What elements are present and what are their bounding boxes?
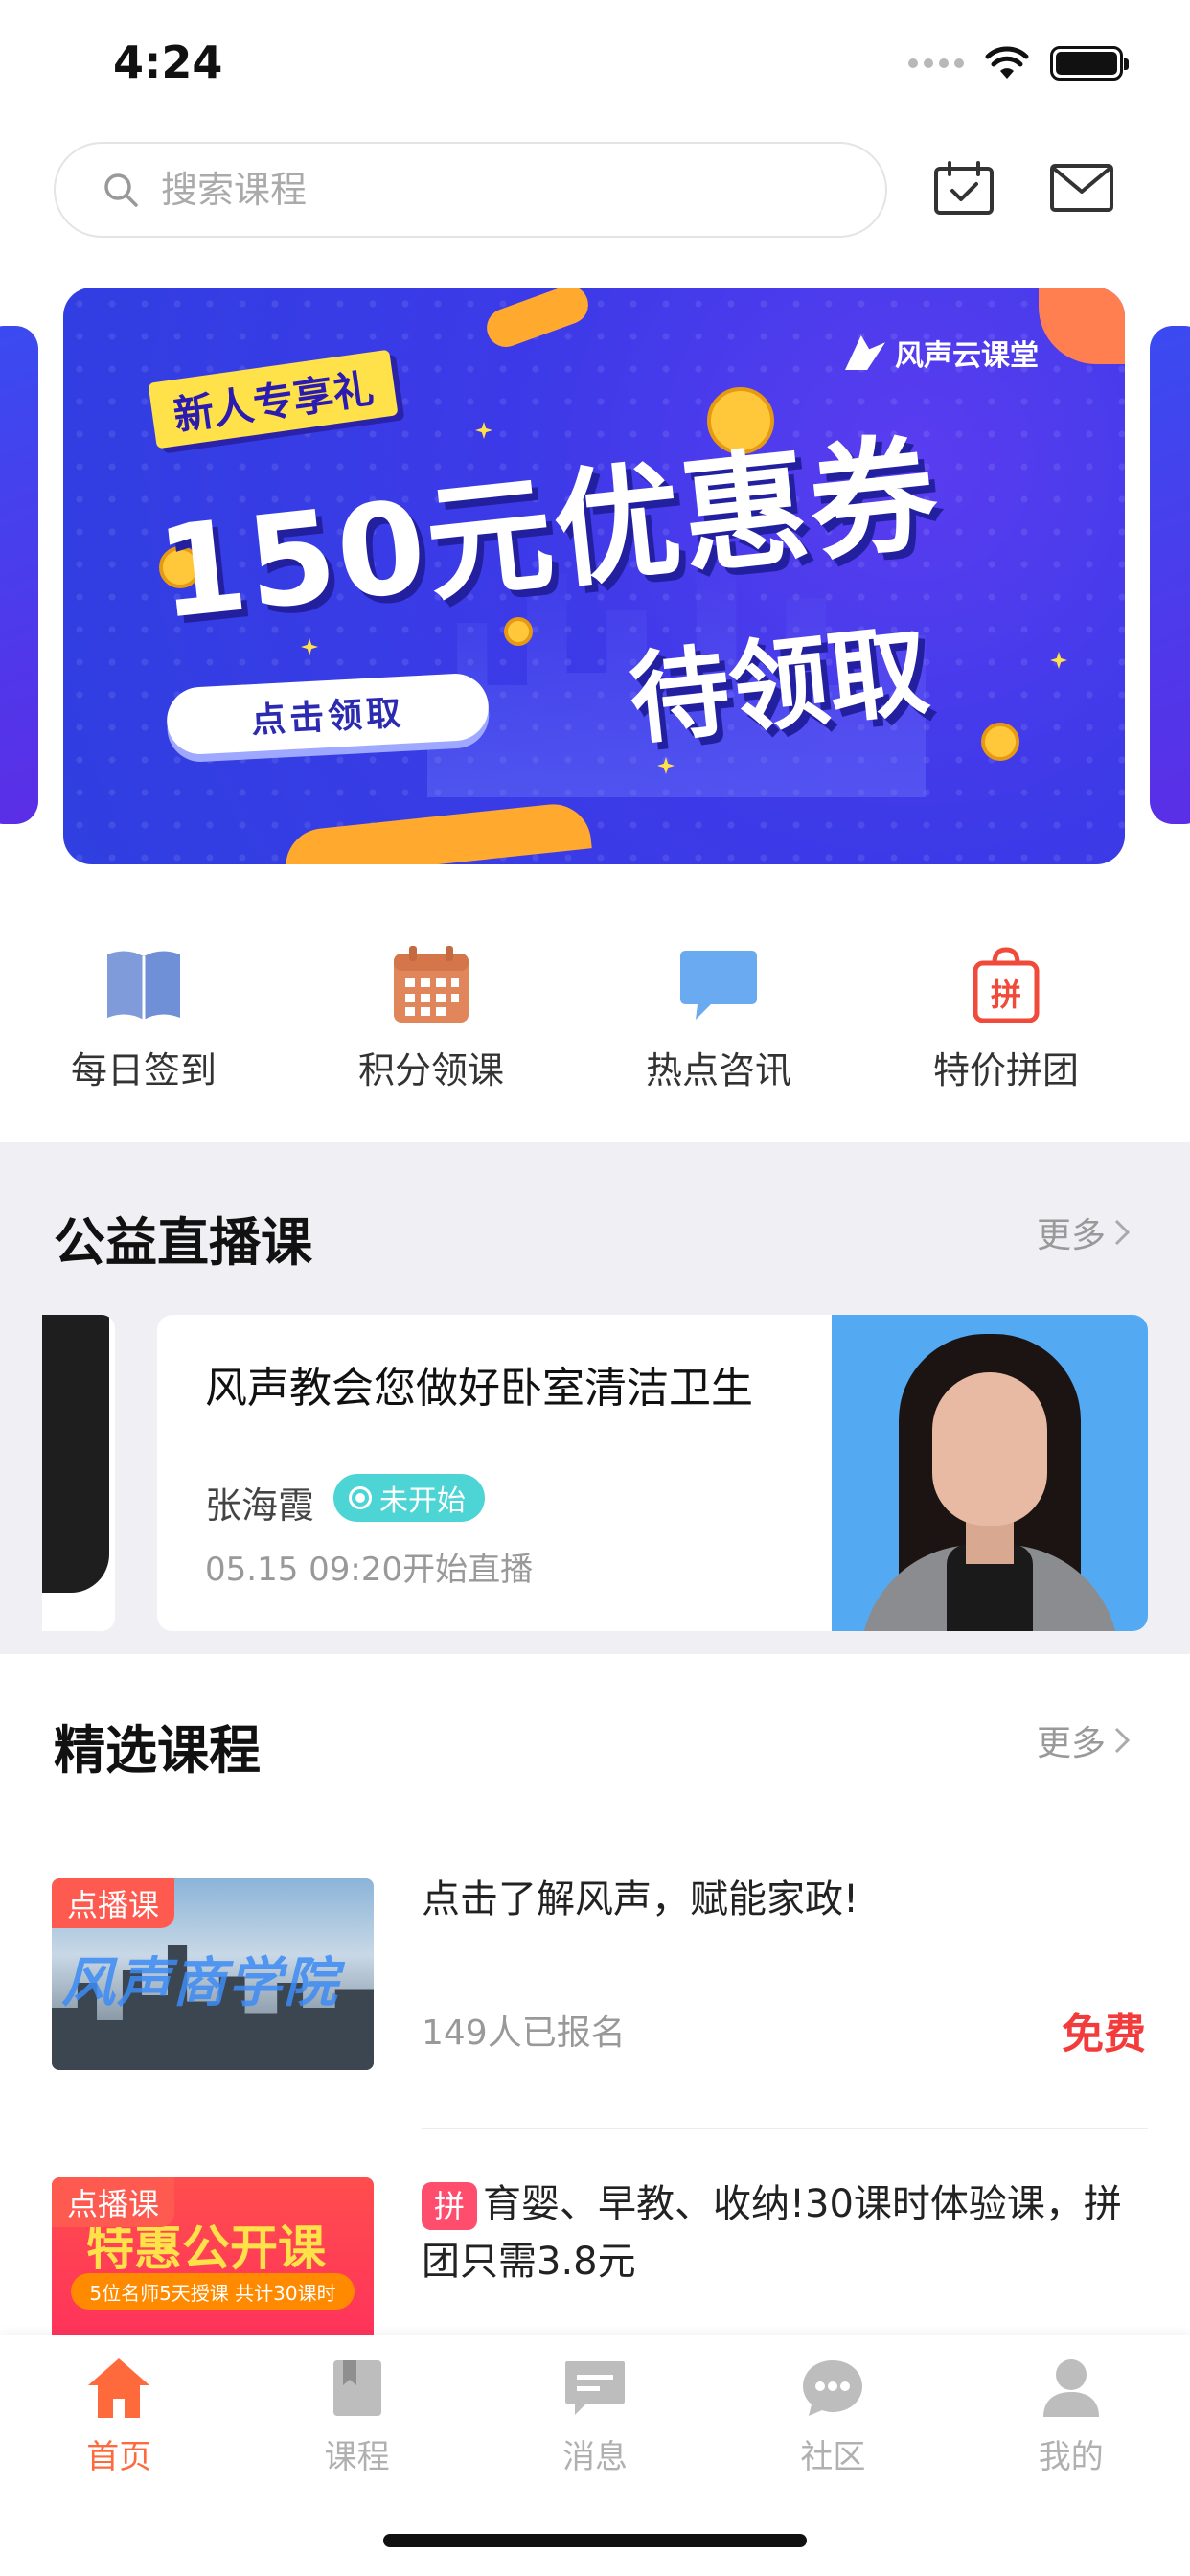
course-thumbnail: 风声商学院 点播课 xyxy=(52,1878,374,2070)
tab-community[interactable]: 社区 xyxy=(714,2352,951,2477)
banner-prev-peek[interactable] xyxy=(0,326,38,824)
battery-icon xyxy=(1050,46,1129,80)
live-course-card[interactable]: 风声教会您做好卧室清洁卫生 张海霞 未开始 05.15 09:20开始直播 xyxy=(157,1315,1148,1631)
group-buy-badge: 拼 xyxy=(422,2182,477,2230)
enroll-count: 149人已报名 xyxy=(422,2013,626,2053)
tab-courses[interactable]: 课程 xyxy=(238,2352,475,2477)
thumbnail-subtext: 5位名师5天授课 共计30课时 xyxy=(71,2273,355,2310)
tab-label: 课程 xyxy=(324,2438,390,2476)
profile-icon xyxy=(1042,2359,1099,2417)
teacher-photo xyxy=(832,1315,1148,1631)
live-course-section: 公益直播课 更多 风声教会您做好卧室清洁卫生 张海霞 未开始 05.15 09:… xyxy=(0,1142,1190,1654)
signal-icon xyxy=(908,58,964,68)
thumbnail-text: 风声商学院 xyxy=(61,1952,339,2014)
promo-banner[interactable]: 风声云课堂 新人专享礼 150元优惠券 待领取 点击领取 xyxy=(63,288,1125,864)
course-book-icon xyxy=(332,2360,381,2416)
tab-messages[interactable]: 消息 xyxy=(476,2352,714,2477)
group-buy-bag-icon: 拼 xyxy=(973,947,1040,1024)
quick-nav-label: 每日签到 xyxy=(70,1049,217,1092)
live-status-icon xyxy=(349,1486,372,1509)
calendar-grid-icon xyxy=(394,946,469,1023)
course-type-badge: 点播课 xyxy=(52,2177,175,2227)
chevron-right-icon xyxy=(1114,1219,1131,1246)
brand-logo: 风声云课堂 xyxy=(845,332,1039,374)
section-title: 公益直播课 xyxy=(54,1212,312,1273)
chat-bubble-icon xyxy=(680,951,757,1020)
tab-home[interactable]: 首页 xyxy=(0,2352,238,2477)
book-icon xyxy=(107,951,180,1020)
quick-nav-group-buy[interactable]: 拼 特价拼团 xyxy=(862,939,1150,1112)
quick-nav-label: 特价拼团 xyxy=(932,1049,1079,1092)
home-icon xyxy=(88,2358,150,2418)
home-indicator xyxy=(383,2534,807,2547)
calendar-check-icon xyxy=(934,161,994,215)
community-icon xyxy=(803,2360,863,2416)
live-course-title: 风声教会您做好卧室清洁卫生 xyxy=(205,1364,753,1413)
wifi-icon xyxy=(985,46,1029,79)
section-title: 精选课程 xyxy=(54,1720,261,1781)
banner-next-peek[interactable] xyxy=(1150,326,1190,824)
brand-mark-icon xyxy=(845,335,885,370)
more-label: 更多 xyxy=(1036,1216,1106,1255)
course-title: 育婴、早教、收纳!30课时体验课，拼团只需3.8元 xyxy=(422,2182,1122,2284)
quick-nav-points-course[interactable]: 积分领课 xyxy=(287,939,575,1112)
search-icon xyxy=(104,173,138,207)
mail-icon xyxy=(1050,164,1113,212)
divider xyxy=(422,2128,1148,2129)
quick-nav: 每日签到 积分领课 热点咨讯 拼 特价拼团 xyxy=(0,939,1190,1112)
coin-icon xyxy=(981,723,1019,761)
course-title: 点击了解风声，赋能家政! xyxy=(422,1877,859,1921)
search-bar[interactable] xyxy=(54,142,887,238)
tab-label: 首页 xyxy=(86,2438,152,2476)
mail-button[interactable] xyxy=(1047,153,1116,222)
tab-profile[interactable]: 我的 xyxy=(952,2352,1190,2477)
status-bar: 4:24 xyxy=(0,0,1190,125)
live-status-badge: 未开始 xyxy=(333,1474,485,1522)
course-type-badge: 点播课 xyxy=(52,1878,175,1928)
live-more-link[interactable]: 更多 xyxy=(1037,1208,1131,1257)
status-time: 4:24 xyxy=(113,36,223,88)
more-label: 更多 xyxy=(1036,1724,1106,1763)
quick-nav-label: 积分领课 xyxy=(357,1049,504,1092)
live-start-time: 05.15 09:20开始直播 xyxy=(205,1551,534,1589)
tab-label: 我的 xyxy=(1038,2438,1104,2476)
coin-icon xyxy=(504,617,533,646)
quick-nav-label: 热点咨讯 xyxy=(645,1049,791,1092)
search-input[interactable] xyxy=(161,169,832,211)
quick-nav-hot-news[interactable]: 热点咨讯 xyxy=(575,939,862,1112)
message-icon xyxy=(564,2361,625,2415)
tab-label: 消息 xyxy=(561,2438,628,2476)
quick-nav-daily-checkin[interactable]: 每日签到 xyxy=(0,939,287,1112)
calendar-check-button[interactable] xyxy=(929,153,998,222)
svg-text:拼: 拼 xyxy=(991,977,1021,1013)
brand-name: 风声云课堂 xyxy=(895,339,1039,373)
live-card-prev-peek[interactable] xyxy=(42,1315,115,1631)
chevron-right-icon xyxy=(1114,1727,1131,1754)
course-price: 免费 xyxy=(1062,2010,1146,2058)
live-status-label: 未开始 xyxy=(379,1484,466,1518)
teacher-name: 张海霞 xyxy=(205,1484,315,1527)
course-title-wrapper: 拼育婴、早教、收纳!30课时体验课，拼团只需3.8元 xyxy=(422,2175,1150,2290)
selected-courses-section: 精选课程 更多 风声商学院 点播课 点击了解风声，赋能家政! 149人已报名 免… xyxy=(0,1654,1190,2369)
tab-label: 社区 xyxy=(800,2438,866,2476)
courses-more-link[interactable]: 更多 xyxy=(1037,1715,1131,1765)
status-icons xyxy=(908,46,1129,80)
